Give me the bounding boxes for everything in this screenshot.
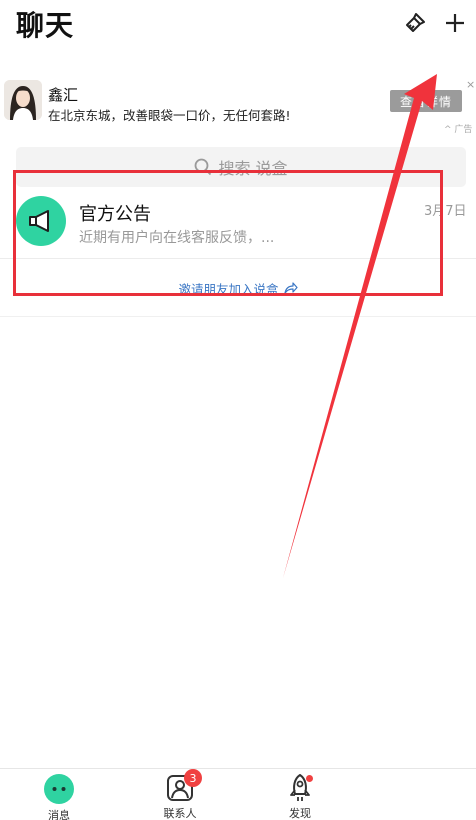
- divider: [0, 316, 476, 317]
- ad-text: 在北京东城，改善眼袋一口价，无任何套路!: [48, 108, 291, 123]
- chat-bubble-icon: [44, 774, 74, 804]
- tab-contacts[interactable]: 3 联系人: [150, 769, 210, 820]
- view-details-button[interactable]: 查看详情: [390, 90, 462, 112]
- ad-name: 鑫汇: [48, 86, 79, 104]
- chat-screen: 聊天 鑫汇 在北京东城，改善眼袋一口价，无任何套路! 查看详情 × ^ 广告 搜…: [0, 0, 476, 820]
- tab-label: 消息: [48, 809, 70, 820]
- ad-avatar: [4, 80, 42, 120]
- tab-discover[interactable]: 发现: [270, 773, 330, 820]
- page-title: 聊天: [16, 9, 75, 42]
- new-dot: [306, 775, 313, 782]
- ad-close-icon[interactable]: ×: [466, 78, 475, 91]
- tab-messages[interactable]: 消息: [29, 773, 89, 820]
- broom-icon: [406, 13, 425, 32]
- tab-label: 发现: [289, 807, 311, 820]
- plus-icon: [446, 14, 464, 32]
- highlight-box: [13, 170, 443, 296]
- bottom-tab-bar: 消息 3 联系人 发现: [0, 768, 476, 820]
- ad-banner[interactable]: 鑫汇 在北京东城，改善眼袋一口价，无任何套路! 查看详情 × ^ 广告: [0, 76, 476, 136]
- add-button[interactable]: [440, 8, 470, 38]
- ad-tag: ^ 广告: [444, 125, 473, 135]
- tab-label: 联系人: [163, 807, 197, 820]
- header: 聊天: [0, 0, 476, 48]
- unread-badge: 3: [184, 769, 202, 787]
- clear-unread-button[interactable]: [400, 8, 430, 38]
